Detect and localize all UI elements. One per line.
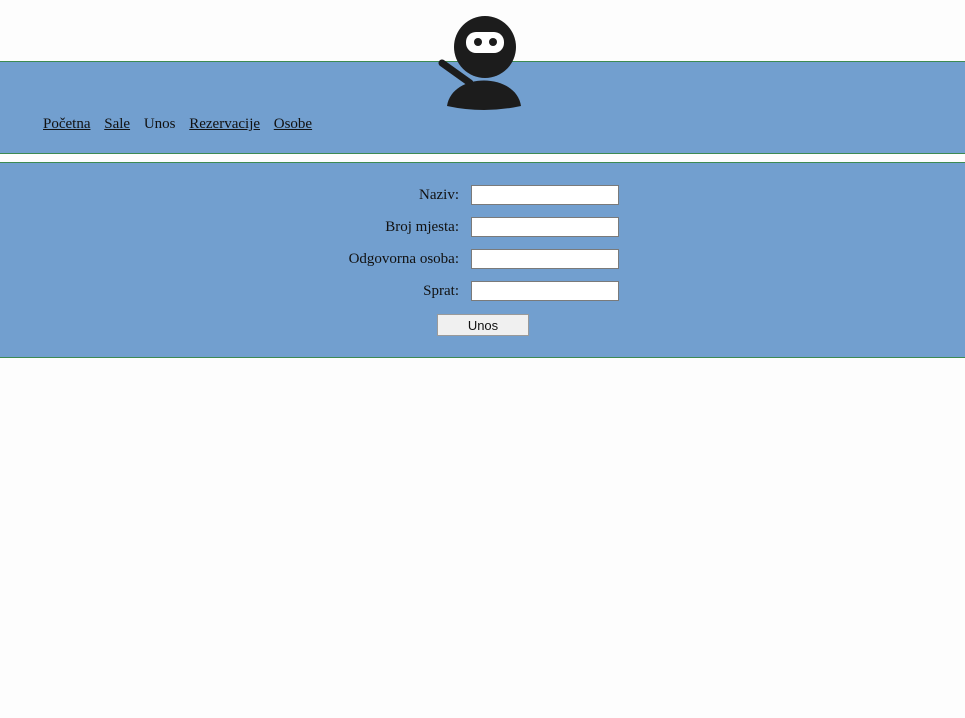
form-row-odgovorna-osoba: Odgovorna osoba:	[0, 249, 965, 271]
sprat-input[interactable]	[471, 281, 619, 301]
naziv-input[interactable]	[471, 185, 619, 205]
naziv-label: Naziv:	[419, 187, 459, 203]
form-row-naziv: Naziv:	[0, 185, 965, 207]
entry-form: Naziv: Broj mjesta: Odgovorna osoba: Spr…	[0, 162, 965, 358]
broj-mjesta-input[interactable]	[471, 217, 619, 237]
form-row-sprat: Sprat:	[0, 281, 965, 303]
page: Početna Sale Unos Rezervacije Osobe Nazi…	[0, 0, 965, 718]
nav-item-unos: Unos	[143, 116, 176, 132]
nav-item-rezervacije[interactable]: Rezervacije	[189, 116, 260, 133]
ninja-icon	[438, 16, 521, 110]
nav-item-sale[interactable]: Sale	[104, 116, 130, 133]
odgovorna-osoba-input[interactable]	[471, 249, 619, 269]
odgovorna-osoba-label: Odgovorna osoba:	[348, 251, 459, 267]
nav-item-pocetna[interactable]: Početna	[43, 116, 90, 133]
nav-item-osobe[interactable]: Osobe	[274, 116, 312, 133]
sprat-label: Sprat:	[423, 283, 459, 299]
broj-mjesta-label: Broj mjesta:	[385, 219, 459, 235]
unos-submit-button[interactable]: Unos	[437, 314, 529, 336]
form-row-broj-mjesta: Broj mjesta:	[0, 217, 965, 239]
main-nav: Početna Sale Unos Rezervacije Osobe	[43, 116, 322, 133]
